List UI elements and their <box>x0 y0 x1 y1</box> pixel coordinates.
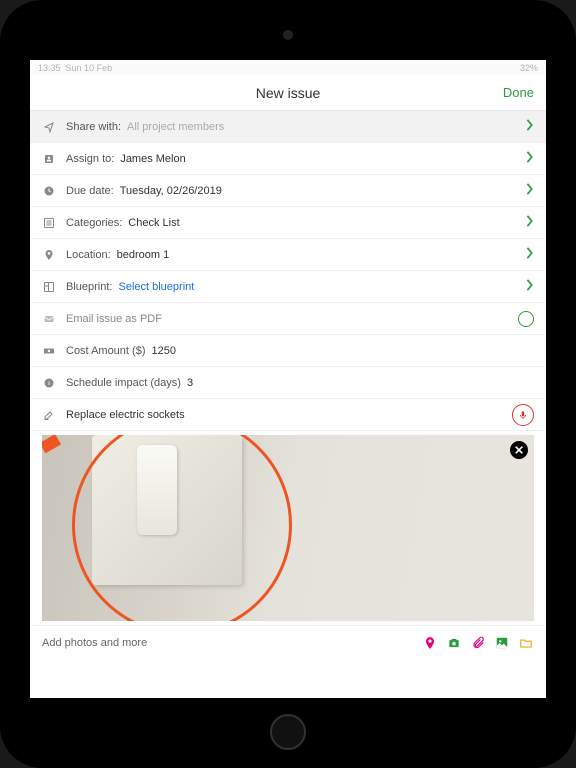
due-date-value: Tuesday, 02/26/2019 <box>120 185 222 197</box>
cost-amount-row[interactable]: Cost Amount ($) 1250 <box>30 335 546 367</box>
chevron-right-icon <box>526 279 534 294</box>
categories-row[interactable]: Categories: Check List <box>30 207 546 239</box>
calendar-day-icon: i <box>42 376 56 390</box>
chevron-right-icon <box>526 119 534 134</box>
description-row[interactable]: Replace electric sockets <box>30 399 546 431</box>
blueprint-label: Blueprint: <box>66 281 112 293</box>
email-pdf-indicator[interactable] <box>518 311 534 327</box>
cost-amount-value: 1250 <box>151 345 175 357</box>
user-icon <box>42 152 56 166</box>
money-icon <box>42 344 56 358</box>
gallery-icon[interactable] <box>494 635 510 651</box>
assign-to-label: Assign to: <box>66 153 114 165</box>
email-pdf-label: Email issue as PDF <box>66 313 162 325</box>
home-button[interactable] <box>270 714 306 750</box>
email-pdf-row[interactable]: Email issue as PDF <box>30 303 546 335</box>
status-battery: 32% <box>520 63 538 73</box>
categories-label: Categories: <box>66 217 122 229</box>
cost-amount-label: Cost Amount ($) <box>66 345 145 357</box>
location-row[interactable]: Location: bedroom 1 <box>30 239 546 271</box>
folder-icon[interactable] <box>518 635 534 651</box>
attachment-icon[interactable] <box>470 635 486 651</box>
assign-to-value: James Melon <box>120 153 185 165</box>
email-icon <box>42 312 56 326</box>
blueprint-icon <box>42 280 56 294</box>
status-time: 13:35 Sun 10 Feb <box>38 63 112 73</box>
share-with-row[interactable]: Share with: All project members <box>30 111 546 143</box>
mic-button[interactable] <box>512 404 534 426</box>
camera-icon[interactable] <box>446 635 462 651</box>
header: New issue Done <box>30 75 546 111</box>
location-label: Location: <box>66 249 111 261</box>
annotation-circle <box>72 435 292 621</box>
add-photos-bar: Add photos and more <box>30 625 546 659</box>
blueprint-row[interactable]: Blueprint: Select blueprint <box>30 271 546 303</box>
device-camera <box>283 30 293 40</box>
status-bar: 13:35 Sun 10 Feb 32% <box>30 60 546 75</box>
schedule-impact-value: 3 <box>187 377 193 389</box>
due-date-label: Due date: <box>66 185 114 197</box>
assign-to-row[interactable]: Assign to: James Melon <box>30 143 546 175</box>
schedule-impact-row[interactable]: i Schedule impact (days) 3 <box>30 367 546 399</box>
share-with-value: All project members <box>127 121 224 133</box>
location-value: bedroom 1 <box>117 249 170 261</box>
remove-photo-button[interactable] <box>510 441 528 459</box>
screen: 13:35 Sun 10 Feb 32% New issue Done Shar… <box>30 60 546 698</box>
schedule-impact-label: Schedule impact (days) <box>66 377 181 389</box>
clock-icon <box>42 184 56 198</box>
done-button[interactable]: Done <box>503 85 534 100</box>
due-date-row[interactable]: Due date: Tuesday, 02/26/2019 <box>30 175 546 207</box>
share-with-label: Share with: <box>66 121 121 133</box>
annotation-tag <box>42 435 61 453</box>
chevron-right-icon <box>526 247 534 262</box>
location-pin-icon[interactable] <box>422 635 438 651</box>
chevron-right-icon <box>526 151 534 166</box>
pin-icon <box>42 248 56 262</box>
share-icon <box>42 120 56 134</box>
edit-icon <box>42 408 56 422</box>
categories-value: Check List <box>128 217 179 229</box>
chevron-right-icon <box>526 215 534 230</box>
page-title: New issue <box>256 85 321 101</box>
add-photos-label: Add photos and more <box>42 637 422 649</box>
photo-attachment[interactable] <box>42 435 534 621</box>
chevron-right-icon <box>526 183 534 198</box>
blueprint-value: Select blueprint <box>118 281 194 293</box>
list-icon <box>42 216 56 230</box>
description-value: Replace electric sockets <box>66 409 185 421</box>
